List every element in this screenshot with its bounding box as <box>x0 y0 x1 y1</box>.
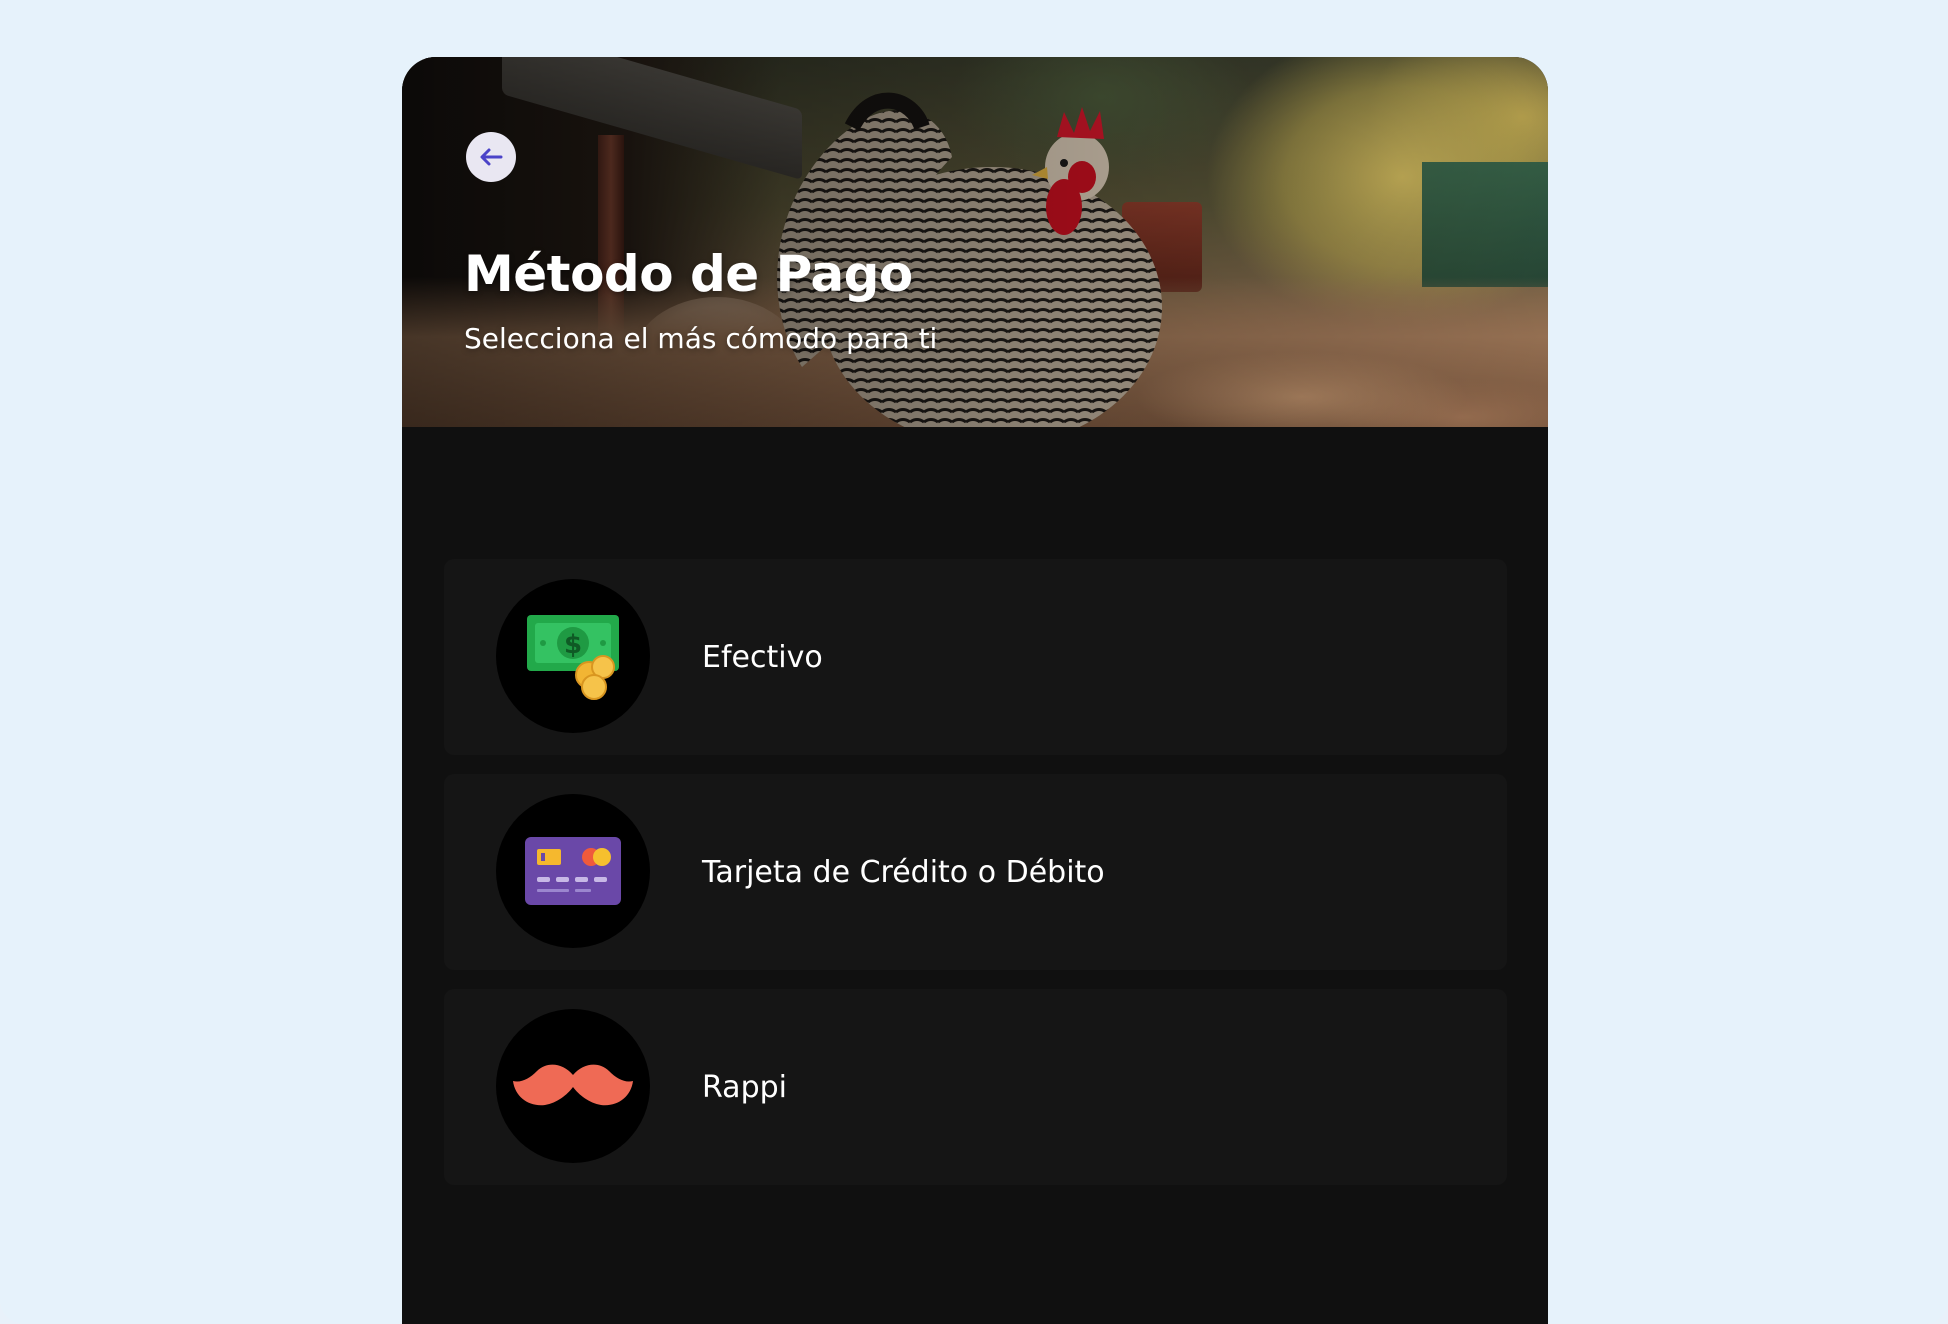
page-subtitle: Selecciona el más cómodo para ti <box>464 322 938 355</box>
payment-option-label: Rappi <box>702 1069 787 1105</box>
page-background: Método de Pago Selecciona el más cómodo … <box>0 0 1948 1324</box>
page-title: Método de Pago <box>464 245 913 303</box>
payment-screen: Método de Pago Selecciona el más cómodo … <box>402 57 1548 1324</box>
payment-option-label: Tarjeta de Crédito o Débito <box>702 854 1105 890</box>
payment-method-list: $ Efectivo Tarjeta de Crédito o Débito R… <box>444 559 1507 1204</box>
payment-option-label: Efectivo <box>702 639 823 675</box>
payment-option-cash[interactable]: $ Efectivo <box>444 559 1507 755</box>
mustache-icon <box>496 1009 650 1163</box>
credit-card-icon <box>496 794 650 948</box>
cash-coins-icon: $ <box>496 579 650 733</box>
arrow-left-icon <box>480 148 503 166</box>
header-photo: Método de Pago Selecciona el más cómodo … <box>402 57 1548 427</box>
payment-option-rappi[interactable]: Rappi <box>444 989 1507 1185</box>
svg-text:$: $ <box>564 630 582 660</box>
payment-option-card[interactable]: Tarjeta de Crédito o Débito <box>444 774 1507 970</box>
back-button[interactable] <box>466 132 516 182</box>
